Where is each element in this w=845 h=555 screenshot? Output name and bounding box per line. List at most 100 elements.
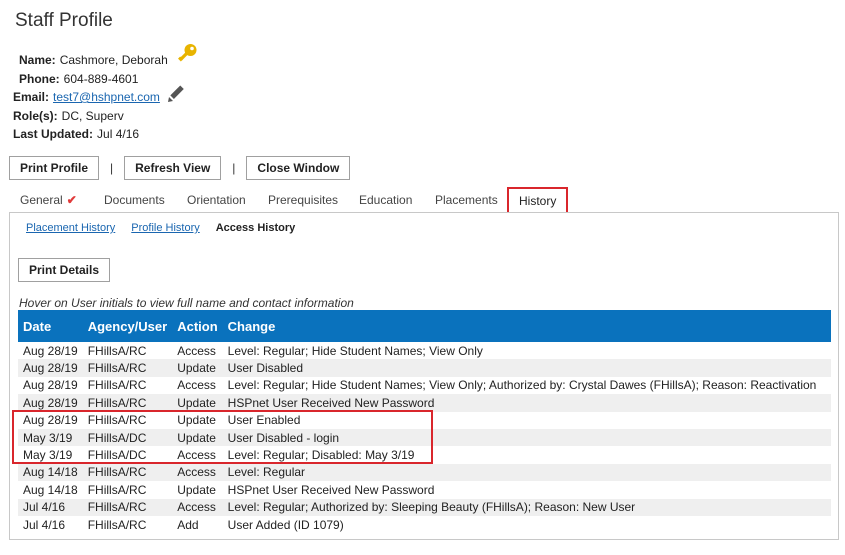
pencil-icon[interactable]	[166, 84, 186, 104]
cell-date: May 3/19	[23, 448, 73, 463]
history-subtabs: Placement History Profile History Access…	[26, 222, 295, 234]
cell-agency-user[interactable]: FHillsA/RC	[83, 481, 172, 498]
cell-action: Access	[172, 498, 223, 516]
print-profile-button[interactable]: Print Profile	[9, 156, 100, 180]
tab-orientation[interactable]: Orientation	[187, 187, 246, 213]
cell-change: User Added (ID 1079)	[227, 517, 344, 532]
cell-change: Level: Regular; Disabled: May 3/19	[227, 448, 415, 463]
table-row: Aug 28/19 FHillsA/RC Update HSPnet User Rec…	[18, 394, 831, 412]
header-agency-user: Agency/User	[82, 310, 173, 342]
cell-change: User Enabled	[227, 413, 301, 428]
roles-row: Role(s): DC, Superv	[13, 107, 198, 126]
tab-placements[interactable]: Placements	[435, 187, 498, 213]
cell-change: HSPnet User Received New Password	[222, 394, 831, 412]
page-title: Staff Profile	[15, 10, 113, 31]
cell-action: Access	[177, 378, 216, 393]
cell-action: Update	[172, 359, 223, 377]
table-row: Aug 28/19 FHillsA/RC Access Level: Regular;…	[18, 377, 831, 394]
name-row: Name: Cashmore, Deborah	[13, 44, 198, 70]
table-row: Jul 4/16 FHillsA/RC Access Level: Regular; …	[18, 498, 831, 516]
cell-agency-user[interactable]: FHillsA/RC	[82, 394, 173, 412]
cell-action: Update	[172, 394, 223, 412]
checkmark-icon: ✔	[66, 193, 77, 207]
cell-date: Aug 28/19	[23, 343, 78, 358]
tab-history[interactable]: History	[507, 187, 569, 213]
cell-change: User Disabled	[222, 359, 831, 377]
print-details-button[interactable]: Print Details	[18, 258, 111, 282]
hover-hint: Hover on User initials to view full name…	[19, 296, 354, 310]
cell-agency-user[interactable]: FHillsA/DC	[83, 446, 172, 463]
cell-action: Update	[172, 428, 223, 447]
cell-change: User Disabled - login	[222, 428, 831, 447]
table-body: Aug 28/19 FHillsA/RC Access Level: Regular;…	[18, 342, 831, 533]
roles-label: Role(s):	[13, 108, 58, 123]
tab-prerequisites[interactable]: Prerequisites	[268, 187, 338, 213]
cell-action: Access	[177, 448, 216, 463]
cell-date: Aug 14/18	[23, 482, 78, 497]
name-label: Name:	[19, 53, 56, 67]
cell-date: Aug 28/19	[18, 394, 83, 412]
roles-value: DC, Superv	[61, 108, 124, 123]
cell-action: Access	[177, 343, 216, 358]
table-row: Aug 28/19 FHillsA/RC Update User Disabled	[18, 359, 831, 377]
table-row: Aug 14/18 FHillsA/RC Update HSPnet User Rec…	[18, 481, 831, 498]
phone-value: 604-889-4601	[63, 71, 139, 86]
cell-action: Update	[177, 482, 216, 497]
email-link[interactable]: test7@hshpnet.com	[53, 88, 160, 107]
cell-agency-user[interactable]: FHillsA/RC	[83, 412, 172, 429]
email-row: Email: test7@hshpnet.com	[13, 85, 198, 107]
cell-agency-user[interactable]: FHillsA/RC	[82, 498, 173, 516]
cell-agency-user[interactable]: FHillsA/DC	[82, 428, 173, 447]
name-value: Cashmore, Deborah	[59, 53, 168, 67]
cell-date: Aug 28/19	[18, 359, 83, 377]
email-label: Email:	[13, 90, 50, 104]
key-icon[interactable]	[176, 43, 198, 65]
header-action: Action	[172, 310, 223, 342]
cell-action: Add	[177, 517, 199, 532]
cell-agency-user[interactable]: FHillsA/RC	[82, 359, 173, 377]
cell-change: HSPnet User Received New Password	[227, 482, 435, 497]
cell-date: Aug 28/19	[23, 413, 78, 428]
cell-change: Level: Regular	[222, 463, 831, 482]
table-row: May 3/19 FHillsA/DC Update User Disabled - …	[18, 428, 831, 447]
toolbar-separator: |	[232, 161, 236, 175]
access-history-label: Access History	[215, 222, 296, 234]
profile-history-link[interactable]: Profile History	[131, 222, 199, 234]
tab-general[interactable]: General ✔	[20, 187, 77, 213]
cell-action: Access	[172, 463, 223, 482]
table-row: Aug 14/18 FHillsA/RC Access Level: Regular	[18, 463, 831, 482]
tab-documents[interactable]: Documents	[104, 187, 165, 213]
updated-value: Jul 4/16	[97, 127, 140, 141]
tab-general-label: General	[20, 193, 63, 207]
cell-agency-user[interactable]: FHillsA/RC	[83, 377, 172, 394]
cell-change: Level: Regular; Hide Student Names; View…	[227, 378, 817, 393]
placement-history-link[interactable]: Placement History	[26, 222, 115, 234]
access-history-table: Date Agency/User Action Change Aug 28/19…	[18, 310, 831, 533]
phone-label: Phone:	[19, 71, 60, 86]
cell-date: Jul 4/16	[23, 517, 66, 532]
cell-date: Aug 14/18	[18, 463, 83, 482]
tab-bar: General ✔ Documents Orientation Prerequis…	[9, 187, 845, 213]
cell-agency-user[interactable]: FHillsA/RC	[83, 342, 172, 359]
table-row: Jul 4/16 FHillsA/RC Add User Added (ID 1079…	[18, 516, 831, 533]
cell-change: Level: Regular; Authorized by: Sleeping …	[222, 498, 831, 516]
cell-date: Jul 4/16	[18, 498, 83, 516]
cell-date: May 3/19	[18, 428, 83, 447]
cell-action: Update	[177, 413, 216, 428]
header-change: Change	[222, 310, 831, 342]
table-row: Aug 28/19 FHillsA/RC Access Level: Regular;…	[18, 342, 831, 359]
cell-agency-user[interactable]: FHillsA/RC	[83, 516, 172, 533]
toolbar-separator: |	[110, 161, 114, 175]
history-panel: Placement History Profile History Access…	[9, 212, 839, 540]
close-window-button[interactable]: Close Window	[246, 156, 351, 180]
updated-row: Last Updated: Jul 4/16	[13, 125, 198, 144]
profile-info: Name: Cashmore, Deborah Phone: 604-889-4…	[13, 44, 198, 144]
updated-label: Last Updated:	[13, 127, 94, 141]
table-header-row: Date Agency/User Action Change	[18, 310, 831, 342]
refresh-view-button[interactable]: Refresh View	[124, 156, 222, 180]
table-row: Aug 28/19 FHillsA/RC Update User Enabled	[18, 412, 831, 429]
tab-education[interactable]: Education	[359, 187, 412, 213]
cell-change: Level: Regular; Hide Student Names; View…	[227, 343, 483, 358]
cell-agency-user[interactable]: FHillsA/RC	[82, 463, 173, 482]
table-row: May 3/19 FHillsA/DC Access Level: Regular; …	[18, 446, 831, 463]
